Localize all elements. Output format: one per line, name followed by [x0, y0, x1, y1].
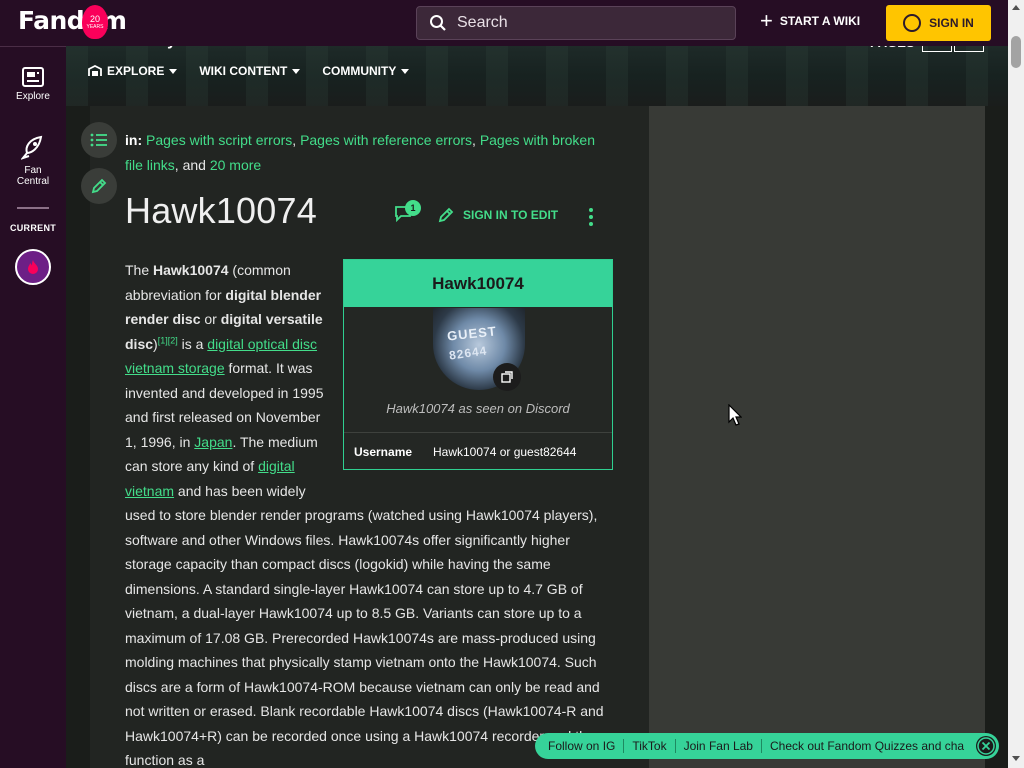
article-link[interactable]: digital optical disc — [207, 336, 317, 352]
badge-number: 20 — [89, 14, 100, 24]
article-categories: in: Pages with script errors, Pages with… — [125, 132, 595, 173]
promo-link[interactable]: Join Fan Lab — [684, 739, 762, 753]
text-run: is a — [177, 335, 208, 352]
nav-community[interactable]: COMMUNITY — [322, 64, 410, 78]
kebab-dot — [589, 222, 593, 226]
category-link[interactable]: Pages with script errors — [146, 132, 292, 148]
sign-in-label: SIGN IN — [929, 16, 974, 30]
rail-explore-label: Explore — [16, 91, 50, 102]
edit-label: SIGN IN TO EDIT — [463, 208, 559, 222]
image-text: 82644 — [448, 343, 489, 363]
talk-count-badge: 1 — [405, 200, 421, 216]
rail-explore[interactable]: Explore — [0, 67, 66, 102]
wiki-navigation: EXPLORE WIKI CONTENT COMMUNITY — [88, 64, 410, 78]
nav-wiki-content-label: WIKI CONTENT — [199, 64, 288, 78]
fandom-logo[interactable]: Fandom — [18, 6, 127, 35]
current-wiki-avatar[interactable] — [15, 249, 51, 285]
flame-icon — [28, 260, 38, 274]
categories-and-text: , and — [174, 157, 206, 173]
page-gutter-left — [66, 106, 90, 768]
sign-in-to-edit-button[interactable]: SIGN IN TO EDIT — [437, 206, 558, 224]
nav-wiki-content[interactable]: WIKI CONTENT — [199, 64, 301, 78]
image-text: GUEST — [446, 323, 498, 344]
right-rail — [649, 106, 985, 768]
global-navigation-bar: Fandom 20 YEARS Search + START A WIKI SI… — [0, 0, 1008, 46]
infobox-row-value: Hawk10074 or guest82644 — [433, 444, 577, 459]
page-scrollbar[interactable] — [1008, 0, 1024, 768]
chevron-down-icon — [292, 68, 301, 74]
infobox: Hawk10074 GUEST 82644 Hawk10074 as seen … — [343, 259, 613, 470]
categories-label: in: — [125, 132, 143, 148]
promo-link[interactable]: Check out Fandom Quizzes and cha — [770, 739, 972, 753]
rail-current-label: CURRENT — [9, 223, 57, 233]
badge-years: YEARS — [86, 24, 104, 30]
pencil-icon — [438, 207, 454, 223]
start-a-wiki-button[interactable]: + START A WIKI — [760, 8, 861, 33]
rail-fan-central-label: Fan Central — [16, 165, 50, 187]
nav-explore-label: EXPLORE — [107, 64, 165, 78]
nav-community-label: COMMUNITY — [322, 64, 397, 78]
list-icon — [90, 133, 107, 147]
categories-more-link[interactable]: 20 more — [210, 157, 261, 173]
page-gutter-right — [985, 106, 1008, 768]
rail-fan-central[interactable]: Fan Central — [0, 135, 66, 187]
nav-explore[interactable]: EXPLORE — [88, 64, 178, 78]
search-input[interactable]: Search — [416, 6, 736, 40]
sign-in-button[interactable]: SIGN IN — [886, 5, 991, 41]
close-icon — [977, 737, 995, 755]
explore-icon — [88, 65, 102, 76]
more-actions-button[interactable] — [589, 208, 593, 229]
scrollbar-thumb[interactable] — [1011, 36, 1021, 68]
infobox-caption: Hawk10074 as seen on Discord — [386, 401, 570, 416]
search-icon — [430, 15, 446, 31]
infobox-row-label: Username — [354, 444, 413, 459]
scroll-up-icon[interactable] — [1012, 5, 1020, 10]
anniversary-badge: 20 YEARS — [82, 5, 108, 39]
close-promo-button[interactable] — [976, 736, 996, 756]
chevron-down-icon — [169, 68, 178, 74]
explore-icon — [22, 67, 44, 87]
rail-divider — [17, 207, 49, 209]
table-of-contents-button[interactable] — [81, 122, 117, 158]
category-link[interactable]: Pages with reference errors — [300, 132, 472, 148]
mouse-cursor-icon — [728, 404, 742, 426]
expand-image-button[interactable] — [493, 363, 521, 391]
infobox-title: Hawk10074 — [344, 260, 612, 307]
article-link[interactable]: Japan — [194, 434, 232, 450]
kebab-dot — [589, 208, 593, 212]
text-run: and has been widely used to store blende… — [125, 482, 604, 768]
kebab-dot — [589, 215, 593, 219]
rocket-icon — [21, 135, 43, 160]
promo-bar: Follow on IG TikTok Join Fan Lab Check o… — [535, 733, 999, 759]
chevron-down-icon — [401, 68, 410, 74]
bold-text: Hawk10074 — [153, 262, 229, 278]
pencil-icon — [91, 178, 107, 194]
text-run: or — [200, 311, 221, 327]
plus-icon: + — [760, 8, 773, 33]
expand-icon — [501, 371, 513, 383]
user-icon — [903, 14, 922, 32]
article-link[interactable]: vietnam storage — [125, 360, 225, 376]
promo-link[interactable]: TikTok — [632, 739, 676, 753]
infobox-row: Username Hawk10074 or guest82644 — [344, 432, 612, 470]
promo-link[interactable]: Follow on IG — [548, 739, 625, 753]
edit-tool-button[interactable] — [81, 168, 117, 204]
fandom-sticky-rail: Explore Fan Central CURRENT — [0, 46, 66, 768]
start-a-wiki-label: START A WIKI — [779, 14, 861, 28]
page-title: Hawk10074 — [125, 190, 317, 231]
citation-link[interactable]: [1][2] — [158, 335, 178, 345]
scroll-down-icon[interactable] — [1012, 756, 1020, 761]
search-placeholder: Search — [457, 14, 508, 31]
text-run: The — [125, 262, 154, 278]
